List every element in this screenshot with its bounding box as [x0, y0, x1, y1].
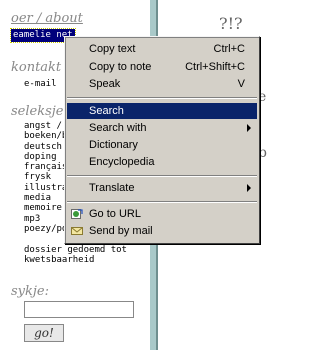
menu-item-copy-to-note[interactable]: Copy to note Ctrl+Shift+C — [67, 59, 257, 75]
contact-heading: kontakt — [11, 60, 62, 75]
email-link[interactable]: e-mail — [24, 79, 57, 89]
menu-separator — [67, 97, 257, 99]
menu-separator — [67, 201, 257, 203]
menu-separator — [67, 175, 257, 177]
menu-item-label: Dictionary — [89, 139, 138, 151]
menu-item-shortcut: Ctrl+C — [213, 43, 245, 55]
menu-item-search-with[interactable]: Search with — [67, 120, 257, 136]
menu-item-translate[interactable]: Translate — [67, 180, 257, 196]
menu-item-label: Speak — [89, 78, 121, 90]
about-heading[interactable]: oer / about — [11, 11, 83, 26]
menu-item-label: Translate — [89, 182, 135, 194]
menu-item-search[interactable]: Search — [67, 103, 257, 119]
menu-item-label: Search with — [89, 122, 147, 134]
menu-item-label: Send by mail — [89, 225, 153, 237]
mail-icon — [71, 225, 83, 237]
menu-item-shortcut: V — [237, 78, 245, 90]
menu-item-go-to-url[interactable]: Go to URL — [67, 206, 257, 222]
menu-item-label: Encyclopedia — [89, 156, 155, 168]
context-menu: Copy text Ctrl+C Copy to note Ctrl+Shift… — [64, 36, 260, 244]
menu-item-label: Copy to note — [89, 61, 152, 73]
go-button[interactable]: go! — [24, 324, 64, 342]
menu-item-label: Copy text — [89, 43, 136, 55]
menu-item-shortcut: Ctrl+Shift+C — [185, 61, 245, 73]
menu-item-send-by-mail[interactable]: Send by mail — [67, 223, 257, 239]
globe-link-icon — [71, 208, 83, 220]
submenu-arrow-icon — [247, 124, 251, 132]
dossier-link-line1[interactable]: dossier gedoemd tot — [24, 245, 127, 255]
menu-item-label: Search — [89, 105, 124, 117]
dossier-link-line2[interactable]: kwetsbaarheid — [24, 255, 94, 265]
search-heading: sykje: — [11, 284, 49, 299]
selections-heading: seleksje — [11, 104, 64, 119]
submenu-arrow-icon — [247, 184, 251, 192]
menu-item-label: Go to URL — [89, 208, 141, 220]
menu-item-speak[interactable]: Speak V — [67, 76, 257, 92]
menu-item-dictionary[interactable]: Dictionary — [67, 137, 257, 153]
menu-item-encyclopedia[interactable]: Encyclopedia — [67, 154, 257, 170]
search-input[interactable] — [24, 301, 134, 318]
menu-item-copy-text[interactable]: Copy text Ctrl+C — [67, 41, 257, 57]
right-title: ?!? — [219, 14, 243, 33]
